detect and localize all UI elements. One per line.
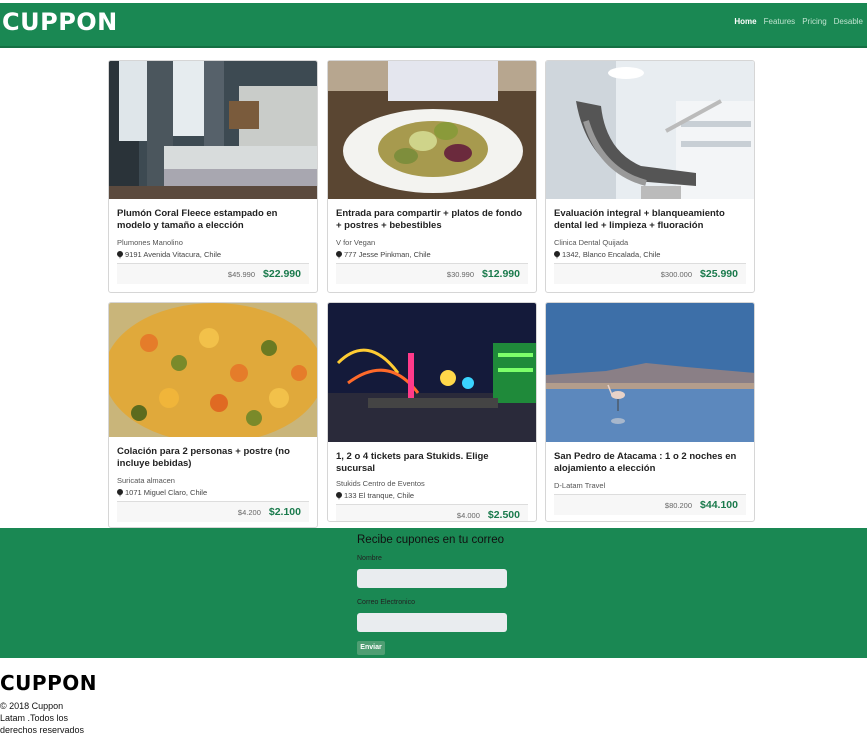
old-price: $300.000 — [660, 269, 693, 279]
deal-body: Evaluación integral + blanqueamiento den… — [546, 199, 754, 284]
deal-title[interactable]: 1, 2 o 4 tickets para Stukids. Elige suc… — [336, 451, 528, 475]
new-price: $44.100 — [700, 499, 738, 511]
nav-links: Home Features Pricing Desable — [734, 17, 863, 26]
deal-body: Plumón Coral Fleece estampado en modelo … — [109, 199, 317, 284]
deal-title[interactable]: Plumón Coral Fleece estampado en modelo … — [117, 208, 309, 234]
nav-item-home[interactable]: Home — [734, 17, 756, 26]
deal-card[interactable]: Plumón Coral Fleece estampado en modelo … — [108, 60, 318, 293]
deal-image-bedroom[interactable] — [109, 61, 317, 199]
deal-prices: $45.990 $22.990 — [117, 263, 309, 284]
old-price: $30.990 — [446, 269, 475, 279]
new-price: $22.990 — [263, 268, 301, 280]
deal-body: Entrada para compartir + platos de fondo… — [328, 199, 536, 284]
old-price: $4.000 — [456, 510, 480, 520]
address-text: 133 El tranque, Chile — [344, 491, 415, 500]
email-input[interactable] — [357, 613, 507, 632]
deal-card[interactable]: Evaluación integral + blanqueamiento den… — [545, 60, 755, 293]
footer-copyright: © 2018 Cuppon Latam .Todos los derechos … — [0, 701, 85, 735]
deal-address: 1071 Miguel Claro, Chile — [117, 488, 309, 497]
address-text: 1342, Blanco Encalada, Chile — [562, 250, 661, 259]
deal-address: 1342, Blanco Encalada, Chile — [554, 250, 746, 259]
nav-item-desable[interactable]: Desable — [834, 17, 863, 26]
deal-address: 777 Jesse Pinkman, Chile — [336, 250, 528, 259]
address-text: 1071 Miguel Claro, Chile — [125, 488, 208, 497]
deal-merchant: D-Latam Travel — [554, 481, 606, 490]
deal-title[interactable]: Evaluación integral + blanqueamiento den… — [554, 208, 746, 234]
deal-title[interactable]: San Pedro de Atacama : 1 o 2 noches en a… — [554, 451, 746, 477]
location-pin-icon — [336, 491, 342, 500]
nav-item-features[interactable]: Features — [764, 17, 796, 26]
deal-title[interactable]: Colación para 2 personas + postre (no in… — [117, 446, 309, 472]
deal-image-park[interactable] — [328, 303, 536, 442]
deal-address: 133 El tranque, Chile — [336, 491, 528, 500]
new-price: $2.100 — [268, 506, 301, 518]
deal-prices: $4.200 $2.100 — [117, 501, 309, 522]
old-price: $45.990 — [227, 269, 256, 279]
deal-card[interactable]: San Pedro de Atacama : 1 o 2 noches en a… — [545, 302, 755, 522]
deal-merchant: Clinica Dental Quijada — [554, 238, 629, 247]
footer-logo: CUPPON — [0, 671, 97, 695]
bedroom-photo — [109, 61, 317, 199]
address-text: 777 Jesse Pinkman, Chile — [344, 250, 431, 259]
location-pin-icon — [336, 250, 342, 259]
deal-prices: $80.200 $44.100 — [554, 494, 746, 515]
deal-image-salad[interactable] — [328, 61, 536, 199]
location-pin-icon — [554, 250, 560, 259]
deal-body: 1, 2 o 4 tickets para Stukids. Elige suc… — [328, 442, 536, 521]
email-label: Correo Electronico — [357, 599, 415, 606]
deal-address: 9191 Avenida Vitacura, Chile — [117, 250, 309, 259]
subscribe-section: Recibe cupones en tu correo Nombre Corre… — [0, 528, 867, 658]
deal-merchant: Stukids Centro de Eventos — [336, 479, 425, 488]
footer: CUPPON © 2018 Cuppon Latam .Todos los de… — [0, 658, 867, 735]
old-price: $80.200 — [664, 500, 693, 510]
deal-image-lake[interactable] — [546, 303, 754, 442]
flamingo-lake-photo — [546, 303, 754, 442]
deal-prices: $30.990 $12.990 — [336, 263, 528, 284]
old-price: $4.200 — [237, 507, 261, 517]
dental-chair-photo — [546, 61, 754, 199]
nav-item-pricing[interactable]: Pricing — [802, 17, 826, 26]
location-pin-icon — [117, 250, 123, 259]
new-price: $12.990 — [482, 268, 520, 280]
vegan-salad-photo — [328, 61, 536, 199]
deal-merchant: V for Vegan — [336, 238, 376, 247]
deal-prices: $4.000 $2.500 — [336, 504, 528, 521]
amusement-park-photo — [328, 303, 536, 442]
deal-body: San Pedro de Atacama : 1 o 2 noches en a… — [546, 442, 754, 515]
name-input[interactable] — [357, 569, 507, 588]
deal-image-dental[interactable] — [546, 61, 754, 199]
deal-body: Colación para 2 personas + postre (no in… — [109, 437, 317, 522]
deal-card[interactable]: Colación para 2 personas + postre (no in… — [108, 302, 318, 528]
deal-merchant: Suricata almacen — [117, 476, 175, 485]
deal-card[interactable]: 1, 2 o 4 tickets para Stukids. Elige suc… — [327, 302, 537, 522]
deal-image-curry[interactable] — [109, 303, 317, 437]
address-text: 9191 Avenida Vitacura, Chile — [125, 250, 222, 259]
new-price: $2.500 — [487, 509, 520, 521]
deal-card[interactable]: Entrada para compartir + platos de fondo… — [327, 60, 537, 293]
navbar: CUPPON Home Features Pricing Desable — [0, 3, 867, 48]
send-button[interactable]: Enviar — [357, 641, 385, 655]
brand-logo[interactable]: CUPPON — [2, 8, 118, 36]
curry-food-photo — [109, 303, 317, 437]
subscribe-heading: Recibe cupones en tu correo — [357, 534, 505, 546]
name-label: Nombre — [357, 555, 382, 562]
new-price: $25.990 — [700, 268, 738, 280]
deal-merchant: Plumones Manolino — [117, 238, 183, 247]
location-pin-icon — [117, 488, 123, 497]
deal-prices: $300.000 $25.990 — [554, 263, 746, 284]
deal-title[interactable]: Entrada para compartir + platos de fondo… — [336, 208, 528, 234]
